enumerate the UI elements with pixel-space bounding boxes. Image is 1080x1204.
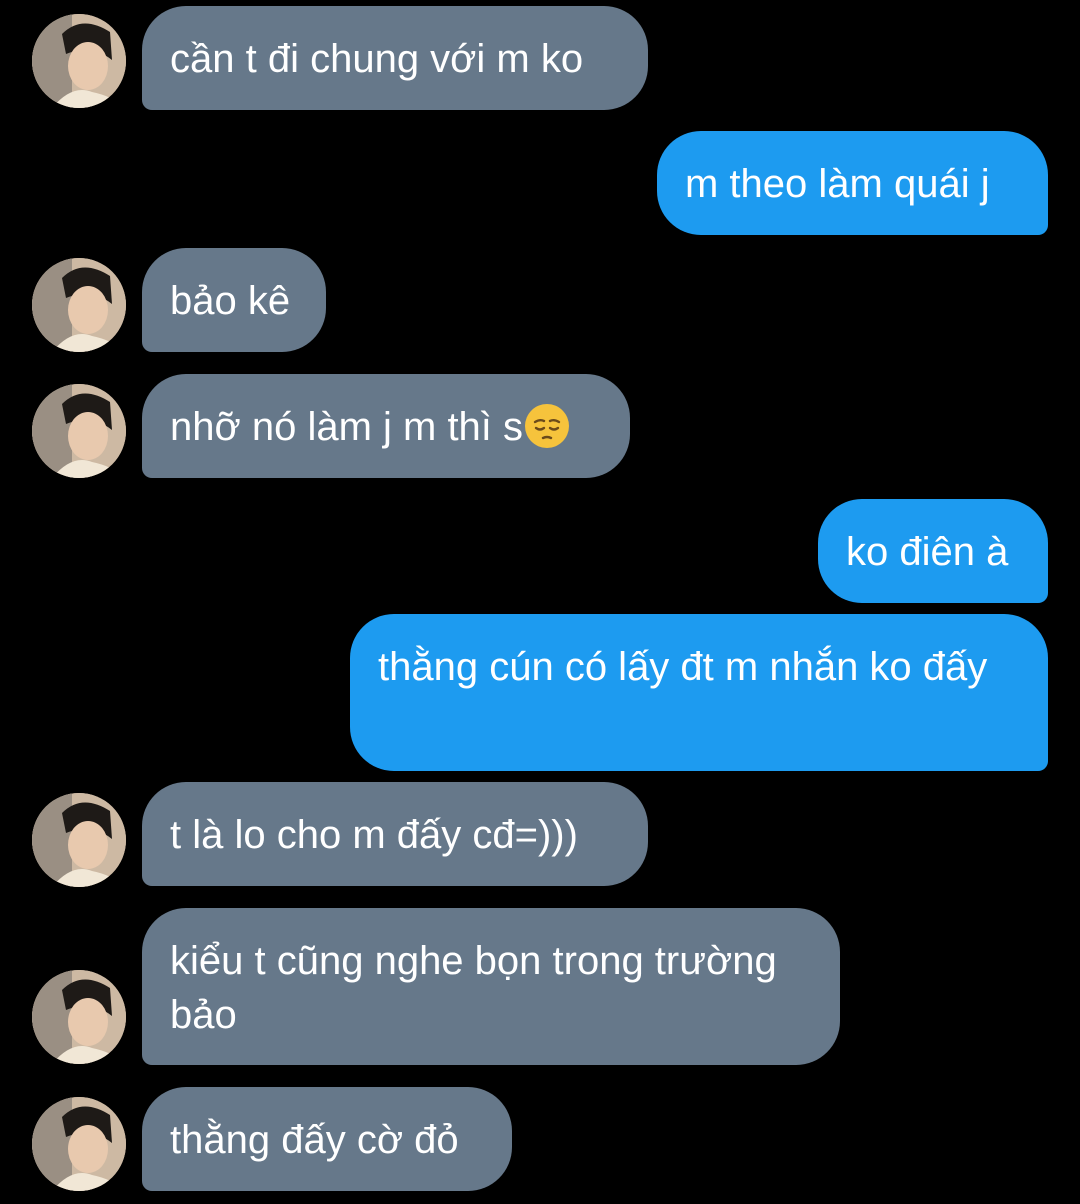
message-text: nhỡ nó làm j m thì s — [170, 405, 524, 449]
message-bubble-incoming[interactable]: kiểu t cũng nghe bọn trong trường bảo — [142, 908, 840, 1065]
message-text: kiểu t cũng nghe bọn trong trường bảo — [170, 939, 777, 1037]
message-bubble-incoming[interactable]: t là lo cho m đấy cđ=))) — [142, 782, 648, 886]
message-bubble-outgoing[interactable]: thằng cún có lấy đt m nhắn ko đấy — [350, 614, 1048, 771]
message-text: m theo làm quái j — [685, 162, 990, 206]
contact-avatar[interactable] — [32, 258, 126, 352]
chat-thread: cần t đi chung với m ko m theo làm quái … — [0, 0, 1080, 1204]
message-text: bảo kê — [170, 279, 291, 323]
message-bubble-incoming[interactable]: bảo kê — [142, 248, 326, 352]
contact-avatar[interactable] — [32, 793, 126, 887]
message-text: thằng cún có lấy đt m nhắn ko đấy — [378, 645, 988, 689]
message-text: ko điên à — [846, 530, 1009, 574]
message-bubble-incoming[interactable]: cần t đi chung với m ko — [142, 6, 648, 110]
contact-avatar[interactable] — [32, 970, 126, 1064]
contact-avatar[interactable] — [32, 14, 126, 108]
pensive-face-icon — [523, 402, 571, 450]
message-bubble-incoming[interactable]: nhỡ nó làm j m thì s — [142, 374, 630, 478]
contact-avatar[interactable] — [32, 384, 126, 478]
message-bubble-outgoing[interactable]: ko điên à — [818, 499, 1048, 603]
message-bubble-outgoing[interactable]: m theo làm quái j — [657, 131, 1048, 235]
message-text: t là lo cho m đấy cđ=))) — [170, 813, 578, 857]
contact-avatar[interactable] — [32, 1097, 126, 1191]
message-text: thằng đấy cờ đỏ — [170, 1118, 459, 1162]
message-bubble-incoming[interactable]: thằng đấy cờ đỏ — [142, 1087, 512, 1191]
message-text: cần t đi chung với m ko — [170, 37, 584, 81]
